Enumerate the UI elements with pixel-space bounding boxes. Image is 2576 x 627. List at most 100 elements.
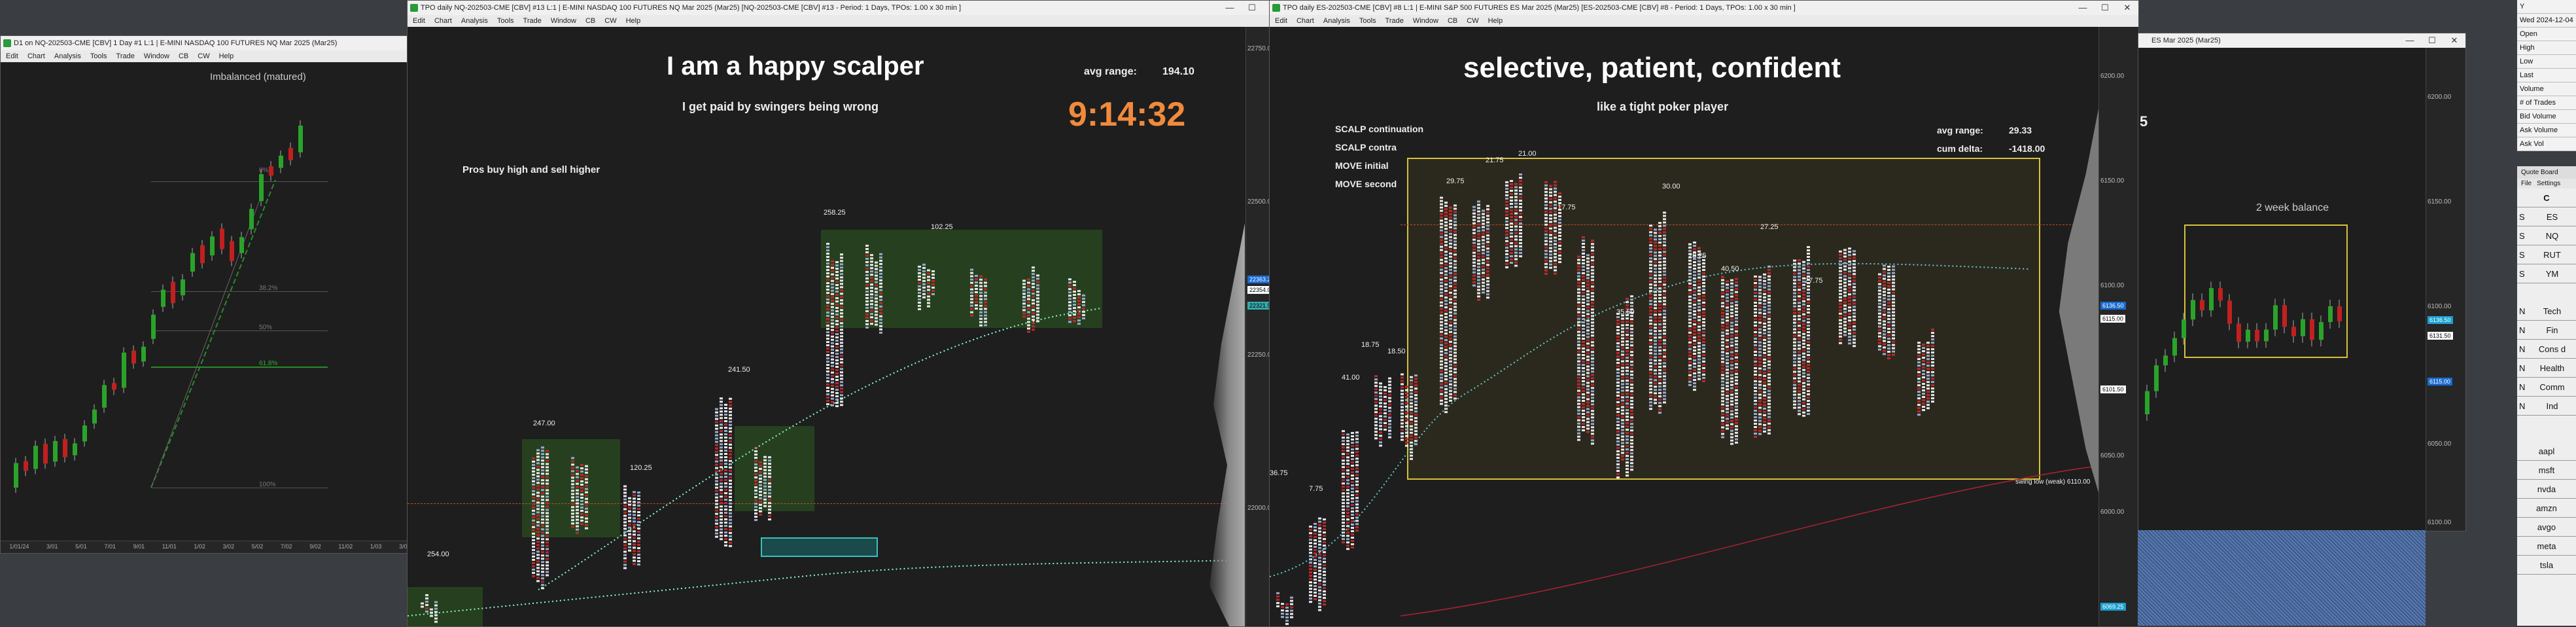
quote-row[interactable]: S ES — [2517, 207, 2576, 226]
window-titlebar[interactable]: TPO daily ES-202503-CME [CBV] #8 L:1 | E… — [1270, 1, 2138, 15]
tpo-print — [835, 327, 839, 329]
tpo-print — [1586, 254, 1590, 257]
quote-row[interactable]: N Health — [2517, 359, 2576, 378]
close-icon[interactable]: ✕ — [2443, 35, 2465, 46]
tpo-print — [1735, 366, 1738, 368]
window-d1-nq[interactable]: D1 on NQ-202503-CME [CBV] 1 Day #1 L:1 |… — [0, 35, 420, 554]
tpo-print — [1649, 323, 1652, 325]
menu-analysis[interactable]: Analysis — [1323, 17, 1350, 25]
window-es-small[interactable]: ES Mar 2025 (Mar25) — ☐ ✕ 5 2 week balance… — [2138, 33, 2466, 531]
menu-edit[interactable]: Edit — [413, 17, 425, 25]
tpo-print — [1519, 236, 1522, 238]
menu-analysis[interactable]: Analysis — [54, 52, 81, 60]
tpo-print — [1693, 385, 1696, 388]
menu-trade[interactable]: Trade — [523, 17, 542, 25]
menu-cw[interactable]: CW — [1467, 17, 1478, 25]
tpo-print — [1591, 240, 1594, 242]
price-chart[interactable]: Imbalanced (matured) 0% 38.2% 50% 61.8% … — [1, 62, 419, 553]
menu-file[interactable]: File — [2521, 180, 2532, 187]
tpo-print — [1767, 409, 1771, 412]
menu-edit[interactable]: Edit — [1275, 17, 1287, 25]
tpo-print — [1346, 463, 1349, 465]
maximize-icon[interactable]: ☐ — [1241, 3, 1263, 13]
tpo-print — [1767, 304, 1771, 307]
window-titlebar[interactable]: ES Mar 2025 (Mar25) — ☐ ✕ — [2138, 33, 2465, 48]
menu-edit[interactable]: Edit — [6, 52, 18, 60]
close-icon[interactable]: ✕ — [2116, 3, 2138, 13]
menu-tools[interactable]: Tools — [1359, 17, 1376, 25]
tpo-print — [1554, 240, 1557, 242]
tpo-print — [1379, 425, 1382, 427]
column-header[interactable]: C — [2517, 188, 2576, 207]
menu-settings[interactable]: Settings — [2537, 180, 2560, 187]
tpo-print — [1649, 342, 1652, 345]
window-tpo-nq[interactable]: TPO daily NQ-202503-CME [CBV] #13 L:1 | … — [407, 0, 1286, 627]
menu-trade[interactable]: Trade — [116, 52, 135, 60]
minimize-icon[interactable]: — — [2072, 3, 2094, 13]
menu-window[interactable]: Window — [144, 52, 169, 60]
menu-tools[interactable]: Tools — [90, 52, 107, 60]
tpo-print — [1654, 274, 1657, 277]
price-axis[interactable]: 6200.00 6150.00 6100.00 6050.00 6100.00 6136.… — [2426, 48, 2465, 531]
tpo-print — [532, 532, 535, 535]
tpo-print — [1763, 351, 1766, 354]
tpo-chart[interactable]: I am a happy scalper I get paid by swing… — [408, 27, 1246, 626]
menu-tools[interactable]: Tools — [497, 17, 514, 25]
minimize-icon[interactable]: — — [1219, 3, 1241, 13]
tpo-print — [1853, 250, 1856, 253]
quote-row[interactable]: msft — [2517, 461, 2576, 480]
tpo-print — [826, 328, 829, 331]
quote-row[interactable]: S RUT — [2517, 245, 2576, 264]
maximize-icon[interactable]: ☐ — [2421, 35, 2443, 46]
tpo-print — [1510, 193, 1513, 196]
quote-row[interactable]: N Comm — [2517, 378, 2576, 397]
tpo-print — [1342, 489, 1345, 492]
maximize-icon[interactable]: ☐ — [2094, 3, 2116, 13]
menu-help[interactable]: Help — [626, 17, 641, 25]
menu-help[interactable]: Help — [219, 52, 234, 60]
tpo-print — [1355, 523, 1359, 526]
quote-row[interactable]: amzn — [2517, 499, 2576, 518]
quote-row[interactable]: N Tech — [2517, 302, 2576, 321]
quote-board[interactable]: Quote Board File Settings C S ES S NQ S RUT S Y… — [2517, 166, 2576, 626]
quote-row[interactable]: S YM — [2517, 264, 2576, 283]
tpo-print — [1318, 563, 1321, 565]
window-tpo-es[interactable]: TPO daily ES-202503-CME [CBV] #8 L:1 | E… — [1269, 0, 2139, 627]
quote-row[interactable]: N Fin — [2517, 321, 2576, 340]
menu-help[interactable]: Help — [1488, 17, 1503, 25]
tpo-print — [1621, 448, 1624, 451]
tpo-print — [1309, 584, 1312, 587]
tpo-print — [759, 497, 762, 499]
menu-window[interactable]: Window — [1413, 17, 1438, 25]
price-axis[interactable]: 6200.00 6150.00 6100.00 6050.00 6000.00 6136.… — [2098, 27, 2138, 626]
tpo-print — [1922, 363, 1925, 366]
quote-row[interactable]: S NQ — [2517, 226, 2576, 245]
menu-window[interactable]: Window — [551, 17, 576, 25]
menu-cb[interactable]: CB — [179, 52, 188, 60]
minimize-icon[interactable]: — — [2399, 35, 2421, 46]
window-titlebar[interactable]: TPO daily NQ-202503-CME [CBV] #13 L:1 | … — [408, 1, 1285, 15]
menu-cb[interactable]: CB — [1448, 17, 1457, 25]
menu-cw[interactable]: CW — [604, 17, 616, 25]
quote-row[interactable]: avgo — [2517, 518, 2576, 537]
tpo-print — [1276, 595, 1279, 598]
menu-trade[interactable]: Trade — [1385, 17, 1404, 25]
quote-row[interactable]: nvda — [2517, 480, 2576, 499]
tpo-print — [1554, 197, 1557, 200]
menu-chart[interactable]: Chart — [27, 52, 45, 60]
quote-row[interactable]: N Ind — [2517, 397, 2576, 416]
quote-row[interactable]: meta — [2517, 537, 2576, 556]
menu-cw[interactable]: CW — [198, 52, 209, 60]
quote-row[interactable]: aapl — [2517, 442, 2576, 461]
menu-analysis[interactable]: Analysis — [461, 17, 488, 25]
menu-chart[interactable]: Chart — [434, 17, 452, 25]
price-chart[interactable]: 5 2 week balance — [2138, 48, 2426, 531]
window-titlebar[interactable]: D1 on NQ-202503-CME [CBV] 1 Day #1 L:1 |… — [1, 36, 419, 50]
tpo-chart[interactable]: selective, patient, confident like a tig… — [1270, 27, 2099, 626]
quote-row[interactable]: N Cons d — [2517, 340, 2576, 359]
tpo-print — [1758, 315, 1762, 317]
menu-cb[interactable]: CB — [585, 17, 595, 25]
quote-row[interactable]: tsla — [2517, 556, 2576, 575]
tpo-print — [585, 520, 588, 523]
menu-chart[interactable]: Chart — [1297, 17, 1314, 25]
